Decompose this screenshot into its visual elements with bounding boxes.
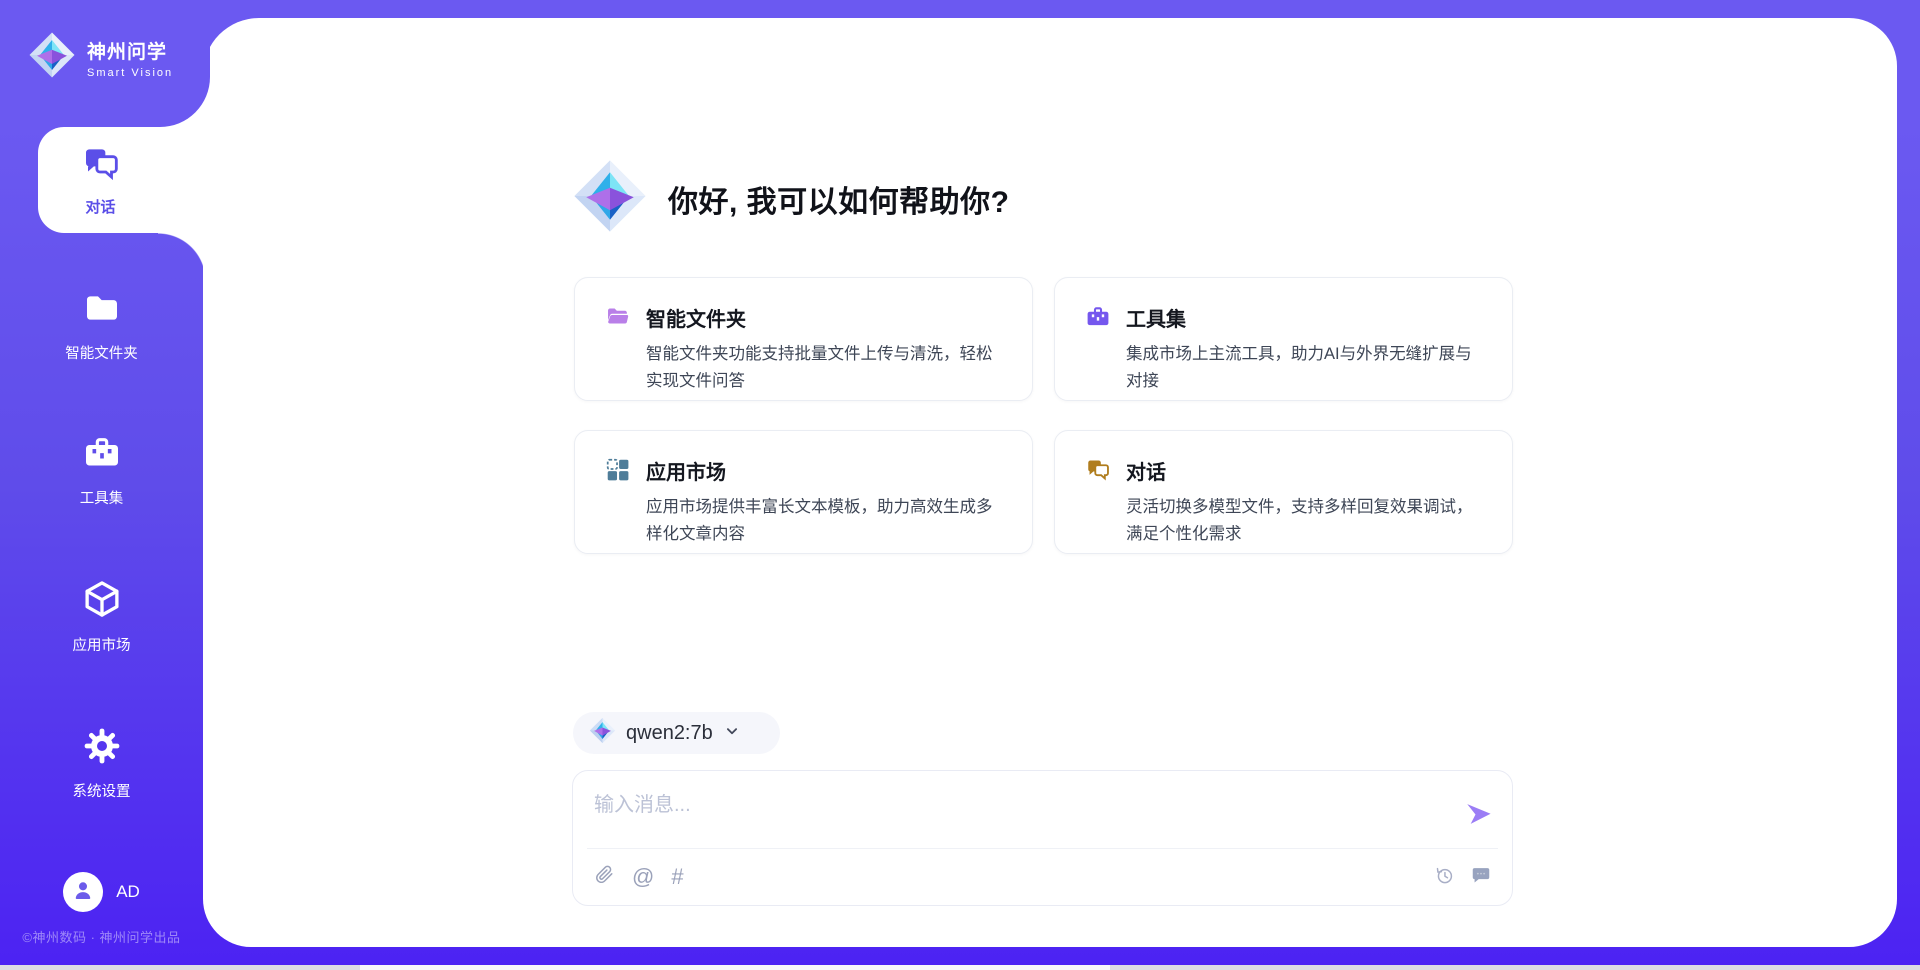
- brand-name: 神州问学: [87, 37, 173, 64]
- chat-icon: [81, 144, 121, 189]
- sidebar-item-label: 智能文件夹: [65, 342, 138, 363]
- sidebar-item-label: 应用市场: [73, 634, 131, 655]
- composer-toolbar: @ #: [594, 864, 684, 889]
- folder-open-icon: [605, 304, 631, 400]
- hashtag-icon: #: [671, 866, 683, 888]
- card-toolbox[interactable]: 工具集 集成市场上主流工具，助力AI与外界无缝扩展与对接: [1054, 277, 1513, 401]
- sidebar-item-label: 对话: [85, 196, 115, 217]
- send-icon: [1462, 818, 1494, 833]
- sidebar-item-chat[interactable]: 对话: [38, 127, 205, 233]
- toolbox-icon: [1085, 304, 1111, 400]
- diamond-logo-icon: [572, 158, 648, 239]
- gear-icon: [82, 726, 122, 771]
- card-desc: 应用市场提供丰富长文本模板，助力高效生成多样化文章内容: [646, 494, 1008, 548]
- card-title: 智能文件夹: [646, 303, 1008, 332]
- composer-right-toolbar: [1434, 864, 1492, 890]
- hashtag-button[interactable]: #: [671, 866, 683, 888]
- card-desc: 集成市场上主流工具，助力AI与外界无缝扩展与对接: [1126, 341, 1488, 395]
- brand-subtitle: Smart Vision: [87, 67, 173, 79]
- diamond-logo-icon: [28, 31, 76, 84]
- message-composer: @ #: [572, 770, 1513, 906]
- user-account[interactable]: AD: [0, 872, 203, 912]
- grid-icon: [605, 457, 631, 553]
- card-title: 应用市场: [646, 456, 1008, 485]
- brand-logo-block: 神州问学 Smart Vision: [0, 0, 210, 127]
- sidebar-item-label: 系统设置: [73, 780, 131, 801]
- history-icon: [1434, 865, 1455, 890]
- card-desc: 灵活切换多模型文件，支持多样回复效果调试，满足个性化需求: [1126, 494, 1488, 548]
- mention-icon: @: [632, 866, 654, 888]
- feedback-button[interactable]: [1470, 864, 1492, 890]
- greeting-title: 你好, 我可以如何帮助你?: [668, 177, 1010, 221]
- mention-button[interactable]: @: [632, 866, 654, 888]
- model-selector[interactable]: qwen2:7b: [573, 712, 780, 754]
- sidebar-item-toolbox[interactable]: 工具集: [0, 433, 203, 508]
- card-app-market[interactable]: 应用市场 应用市场提供丰富长文本模板，助力高效生成多样化文章内容: [574, 430, 1033, 554]
- chevron-down-icon: [723, 722, 741, 745]
- user-name: AD: [116, 882, 140, 902]
- sidebar: 神州问学 Smart Vision 对话 智能文件夹: [0, 0, 203, 970]
- composer-divider: [587, 848, 1498, 849]
- send-button[interactable]: [1462, 798, 1494, 830]
- tab-bottom-fillet: [158, 233, 206, 281]
- model-name: qwen2:7b: [626, 722, 713, 745]
- chat-bubble-icon: [1470, 864, 1492, 890]
- folder-icon: [82, 288, 122, 333]
- card-title: 对话: [1126, 456, 1488, 485]
- sidebar-item-smart-folder[interactable]: 智能文件夹: [0, 288, 203, 363]
- main-content: 你好, 我可以如何帮助你? 智能文件夹 智能文件夹功能支持批量文件上传与清洗，轻…: [572, 18, 1513, 947]
- feature-cards: 智能文件夹 智能文件夹功能支持批量文件上传与清洗，轻松实现文件问答 工具集 集成…: [574, 277, 1513, 554]
- sidebar-item-settings[interactable]: 系统设置: [0, 726, 203, 801]
- card-chat[interactable]: 对话 灵活切换多模型文件，支持多样回复效果调试，满足个性化需求: [1054, 430, 1513, 554]
- sidebar-item-label: 工具集: [80, 487, 124, 508]
- cube-icon: [81, 578, 123, 625]
- sidebar-item-app-market[interactable]: 应用市场: [0, 578, 203, 655]
- message-input[interactable]: [594, 788, 1454, 840]
- attachment-button[interactable]: [594, 864, 615, 889]
- card-smart-folder[interactable]: 智能文件夹 智能文件夹功能支持批量文件上传与清洗，轻松实现文件问答: [574, 277, 1033, 401]
- person-icon: [70, 877, 96, 908]
- sidebar-footer-credit: ©神州数码 · 神州问学出品: [0, 927, 203, 946]
- greeting-block: 你好, 我可以如何帮助你?: [572, 158, 1010, 239]
- paperclip-icon: [594, 864, 615, 889]
- toolbox-icon: [82, 433, 122, 478]
- chat-icon: [1085, 457, 1111, 553]
- avatar: [63, 872, 103, 912]
- card-title: 工具集: [1126, 303, 1488, 332]
- card-desc: 智能文件夹功能支持批量文件上传与清洗，轻松实现文件问答: [646, 341, 1008, 395]
- history-button[interactable]: [1434, 865, 1455, 890]
- horizontal-scrollbar[interactable]: [0, 965, 1920, 970]
- scrollbar-thumb[interactable]: [360, 965, 1110, 970]
- diamond-logo-icon: [589, 717, 616, 749]
